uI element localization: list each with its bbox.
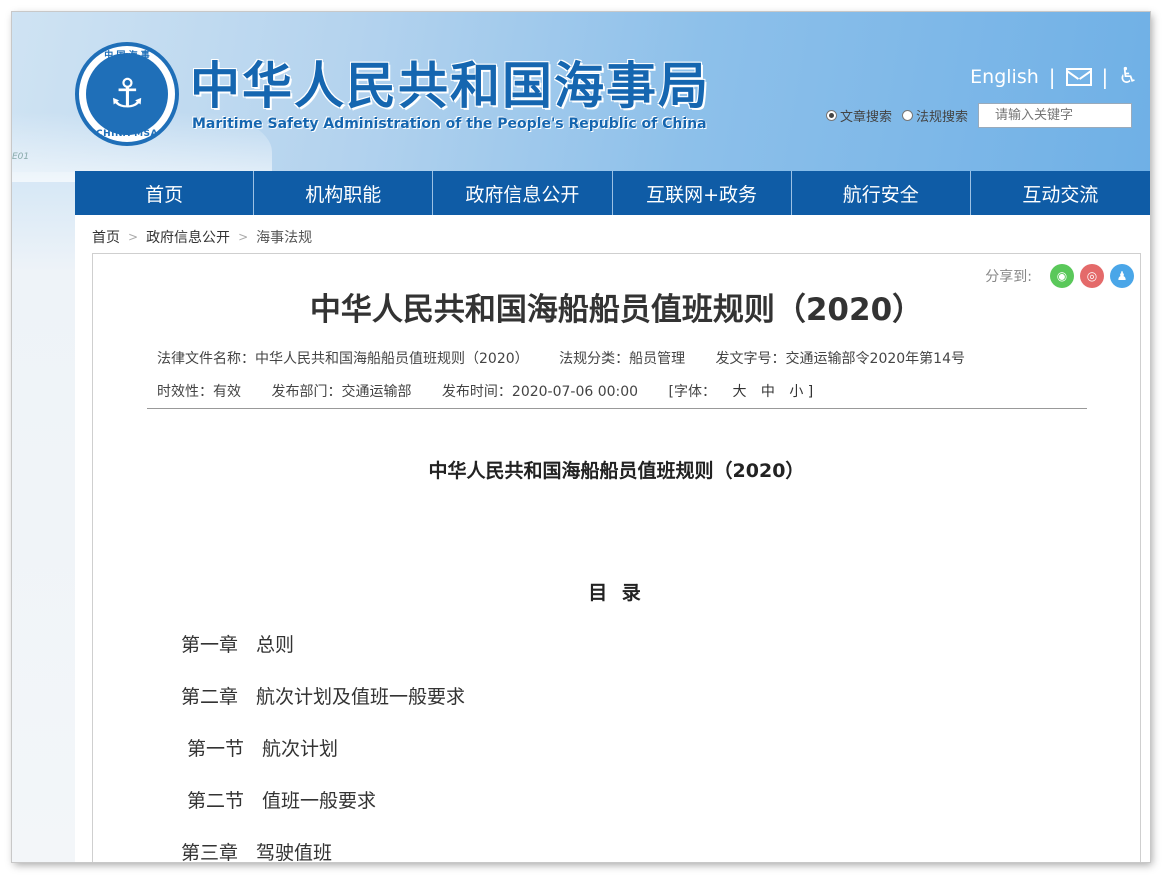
toc-item: 第一章 总则 [181,632,465,684]
toc-title: 目 录 [588,582,645,604]
toc-item-text: 航次计划 [262,738,339,760]
document-title: 中华人民共和国海船船员值班规则（2020） [428,460,805,482]
logo-text-top: 中 国 海 事 [104,51,150,61]
toc-item: 第二章 航次计划及值班一般要求 [181,684,465,736]
ship-mark: E01 [12,152,30,162]
font-size-medium-button[interactable]: 中 [761,384,775,400]
toc-item: 第二节 值班一般要求 [181,788,465,840]
browser-window: E01 中 国 海 事 ⚓ CHINA MSA 中华人民共和国海事局 Marit… [12,12,1150,862]
font-size-large-button[interactable]: 大 [732,384,746,400]
site-header: E01 中 国 海 事 ⚓ CHINA MSA 中华人民共和国海事局 Marit… [12,12,1150,182]
radio-unselected-icon[interactable] [901,110,913,121]
nav-item-navigation-safety[interactable]: 航行安全 [792,171,971,215]
toc-item-number: 第一章 [181,634,239,656]
meta-row-2: 时效性：有效 发布部门：交通运输部 发布时间：2020-07-06 00:00 … [157,381,823,401]
toc-item-number: 第一节 [187,738,245,760]
meta-row-1: 法律文件名称：中华人民共和国海船船员值班规则（2020） 法规分类：船员管理 发… [157,348,991,368]
toc-item-text: 总则 [256,634,295,656]
search-option-article[interactable]: 文章搜索 [825,106,892,125]
meta-doc-number: 发文字号：交通运输部令2020年第14号 [715,351,965,367]
msa-logo[interactable]: 中 国 海 事 ⚓ CHINA MSA [75,42,179,146]
toc-item-number: 第三章 [181,842,239,862]
search-option-law-label: 法规搜索 [915,110,968,125]
article-panel: 分享到: ◉ ◎ ♟ 中华人民共和国海船船员值班规则（2020） 法律文件名称：… [92,253,1141,862]
breadcrumb-current[interactable]: 海事法规 [256,227,312,247]
accessibility-icon[interactable]: ♿ [1118,64,1138,89]
toc-item: 第三章 驾驶值班 [181,840,465,862]
article-title: 中华人民共和国海船船员值班规则（2020） [309,292,924,328]
font-size-label: [字体： [668,384,716,400]
meta-publish-time: 发布时间：2020-07-06 00:00 [441,384,639,400]
main-nav: 首页 机构职能 政府信息公开 互联网+政务 航行安全 互动交流 [75,171,1150,215]
nav-item-gov-info[interactable]: 政府信息公开 [433,171,613,215]
toc-item-number: 第二章 [181,686,239,708]
top-links: English | | ♿ [970,64,1138,89]
mail-icon[interactable] [1065,67,1092,86]
radio-selected-icon[interactable] [825,110,837,121]
separator: | [1048,64,1056,89]
nav-item-functions[interactable]: 机构职能 [254,171,434,215]
search-bar: 文章搜索 法规搜索 [825,103,1132,128]
font-size-small-button[interactable]: 小 ] [789,384,813,400]
breadcrumb-gov-info[interactable]: 政府信息公开 [146,227,230,247]
english-link[interactable]: English [970,66,1039,88]
search-input[interactable] [978,103,1132,128]
nav-item-home[interactable]: 首页 [75,171,255,215]
toc-item-text: 值班一般要求 [262,790,377,812]
toc-item: 第一节 航次计划 [181,736,465,788]
content-area: 首页 > 政府信息公开 > 海事法规 分享到: ◉ ◎ ♟ 中华人民共和国海船船… [75,215,1150,862]
breadcrumb: 首页 > 政府信息公开 > 海事法规 [92,227,312,247]
table-of-contents: 第一章 总则 第二章 航次计划及值班一般要求 第一节 航次计划 第二节 值班一般要求 第… [181,632,465,862]
search-option-law[interactable]: 法规搜索 [901,106,968,125]
toc-item-text: 驾驶值班 [256,842,333,862]
separator: | [1101,64,1109,89]
breadcrumb-home[interactable]: 首页 [92,227,120,247]
meta-doc-name: 法律文件名称：中华人民共和国海船船员值班规则（2020） [157,351,529,367]
logo-text-bottom: CHINA MSA [95,129,159,139]
meta-department: 发布部门：交通运输部 [271,384,412,400]
breadcrumb-separator: > [128,230,139,244]
meta-validity: 时效性：有效 [157,384,241,400]
toc-item-text: 航次计划及值班一般要求 [256,686,466,708]
breadcrumb-separator: > [238,230,249,244]
nav-item-internet-gov[interactable]: 互联网+政务 [613,171,792,215]
search-option-article-label: 文章搜索 [839,110,892,125]
anchor-icon: ⚓ [86,53,168,135]
share-label: 分享到: [985,269,1032,285]
site-title-en[interactable]: Maritime Safety Administration of the Pe… [192,116,707,132]
site-title-cn[interactable]: 中华人民共和国海事局 [190,46,710,118]
nav-item-interaction[interactable]: 互动交流 [971,171,1150,215]
toc-item-number: 第二节 [187,790,245,812]
meta-category: 法规分类：船员管理 [559,351,686,367]
meta-divider [147,408,1087,409]
